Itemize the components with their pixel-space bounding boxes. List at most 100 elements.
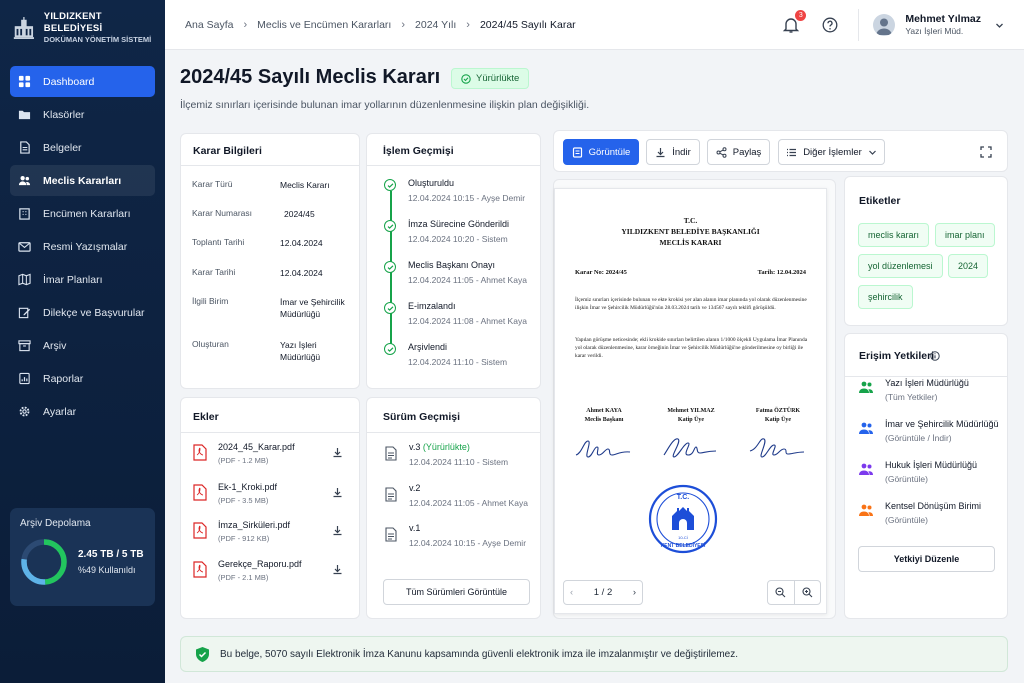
more-actions-button[interactable]: Diğer İşlemler: [778, 139, 885, 165]
attachments-card: Ekler 2024_45_Karar.pdf (PDF - 1.2 MB) E…: [180, 397, 360, 619]
tag[interactable]: yol düzenlemesi: [858, 254, 943, 278]
sidebar-item-label: Resmi Yazışmalar: [43, 240, 128, 253]
fullscreen-icon[interactable]: [980, 146, 992, 158]
chevron-down-icon[interactable]: [995, 21, 1004, 30]
download-icon: [656, 147, 665, 157]
user-menu[interactable]: Mehmet Yılmaz Yazı İşleri Müd.: [905, 13, 981, 38]
e-signature-notice: Bu belge, 5070 sayılı Elektronik İmza Ka…: [180, 636, 1008, 672]
tag[interactable]: imar planı: [935, 223, 995, 247]
document-icon: [385, 487, 397, 502]
info-key: Karar Tarihi: [192, 267, 236, 277]
permission-level: (Görüntüle / İndir): [885, 433, 952, 443]
info-value: 12.04.2024: [280, 238, 323, 248]
info-icon[interactable]: [930, 351, 940, 361]
chevron-right-icon[interactable]: ›: [633, 587, 636, 598]
e-signature-notice-text: Bu belge, 5070 sayılı Elektronik İmza Ka…: [220, 648, 739, 660]
timeline-meta: 12.04.2024 11:08 - Ahmet Kaya: [408, 316, 527, 326]
signer-role: Katip Üye: [677, 417, 705, 423]
avatar[interactable]: [873, 14, 896, 36]
download-button[interactable]: İndir: [646, 139, 700, 165]
info-value: Meclis Kararı: [280, 180, 330, 190]
zoom-in-button[interactable]: [795, 581, 821, 604]
download-icon[interactable]: [332, 564, 343, 575]
timeline-event: Oluşturuldu: [408, 178, 455, 188]
sidebar-item-documents[interactable]: Belgeler: [10, 132, 155, 163]
sidebar-item-petitions[interactable]: Dilekçe ve Başvurular: [10, 297, 155, 328]
doc-paragraph-2: Yapılan görüşme neticesinde; ekli krokid…: [575, 337, 808, 359]
page-description: İlçemiz sınırları içerisinde bulunan ima…: [180, 99, 590, 111]
attachment-meta: (PDF - 1.2 MB): [218, 456, 269, 465]
sidebar-item-label: Klasörler: [43, 108, 85, 121]
sidebar-item-reports[interactable]: Raporlar: [10, 363, 155, 394]
zoom-in-icon: [802, 587, 813, 598]
sidebar-item-label: Belgeler: [43, 141, 82, 154]
document-icon: [20, 141, 30, 154]
document-page: T.C. YILDIZKENT BELEDİYE BAŞKANLIĞI MECL…: [554, 188, 827, 614]
notification-count-badge: 3: [795, 10, 807, 21]
download-icon[interactable]: [332, 447, 343, 458]
app: YILDIZKENT BELEDİYESİ DOKÜMAN YÖNETİM Sİ…: [0, 0, 1024, 683]
edit-icon: [18, 307, 31, 319]
breadcrumb-decisions[interactable]: Meclis ve Encümen Kararları: [257, 19, 391, 31]
dashboard-icon: [18, 75, 31, 88]
help-icon[interactable]: [822, 17, 838, 33]
divider: [367, 165, 540, 166]
user-role: Yazı İşleri Müd.: [905, 26, 964, 37]
edit-permissions-button[interactable]: Yetkiyi Düzenle: [858, 546, 995, 572]
check-circle-icon: [384, 220, 396, 232]
version-meta: 12.04.2024 10:15 - Ayşe Demir: [409, 538, 527, 548]
signature-3: [749, 438, 805, 458]
version-item[interactable]: v.1 12.04.2024 10:15 - Ayşe Demir: [385, 523, 535, 553]
users-icon: [859, 422, 873, 434]
version-history-card: Sürüm Geçmişi v.3 (Yürürlükte) 12.04.202…: [366, 397, 541, 619]
notifications-button[interactable]: 3: [782, 10, 807, 34]
check-circle-icon: [384, 302, 396, 314]
view-button-label: Görüntüle: [588, 146, 631, 158]
timeline-event: Arşivlendi: [408, 342, 448, 352]
sidebar-item-label: Meclis Kararları: [43, 174, 122, 187]
doc-number: Karar No: 2024/45: [575, 269, 627, 276]
divider: [367, 432, 540, 433]
sidebar-item-settings[interactable]: Ayarlar: [10, 396, 155, 427]
sidebar-item-dashboard[interactable]: Dashboard: [10, 66, 155, 97]
divider: [181, 165, 359, 166]
sidebar-item-folders[interactable]: Klasörler: [10, 99, 155, 130]
tag[interactable]: şehircilik: [858, 285, 913, 309]
tag[interactable]: meclis kararı: [858, 223, 930, 247]
tag[interactable]: 2024: [948, 254, 989, 278]
breadcrumb-year[interactable]: 2024 Yılı: [415, 19, 456, 31]
breadcrumb: Ana Sayfa › Meclis ve Encümen Kararları …: [185, 19, 576, 31]
breadcrumb-home[interactable]: Ana Sayfa: [185, 19, 233, 31]
chevron-left-icon[interactable]: ‹: [570, 587, 573, 598]
more-actions-label: Diğer İşlemler: [803, 146, 862, 158]
version-item[interactable]: v.3 (Yürürlükte) 12.04.2024 11:10 - Sist…: [385, 442, 535, 472]
zoom-out-button[interactable]: [768, 581, 795, 604]
process-history-card: İşlem Geçmişi Oluşturuldu 12.04.2024 10:1…: [366, 133, 541, 389]
version-item[interactable]: v.2 12.04.2024 11:05 - Ahmet Kaya: [385, 483, 535, 513]
municipality-seal: T.C. 10-Cİ KENT BELEDİYESİ: [648, 484, 718, 554]
pdf-file-icon: [193, 522, 207, 539]
attachment-name: Ek-1_Kroki.pdf: [218, 482, 278, 492]
divider: [845, 376, 1007, 377]
sidebar-item-council-decisions[interactable]: Meclis Kararları: [10, 165, 155, 196]
sidebar-item-official-correspondence[interactable]: Resmi Yazışmalar: [10, 231, 155, 262]
doc-header-tc: T.C.: [683, 216, 698, 225]
storage-title: Arşiv Depolama: [20, 518, 91, 529]
users-icon: [859, 504, 873, 516]
view-button[interactable]: Görüntüle: [563, 139, 639, 165]
sidebar-item-zoning-plans[interactable]: İmar Planları: [10, 264, 155, 295]
sidebar-item-archive[interactable]: Arşiv: [10, 330, 155, 361]
list-icon: [787, 148, 797, 156]
download-icon[interactable]: [332, 487, 343, 498]
signer-role: Meclis Başkanı: [584, 417, 624, 423]
sidebar-item-committee-decisions[interactable]: Encümen Kararları: [10, 198, 155, 229]
share-icon: [716, 146, 727, 158]
attachment-meta: (PDF - 3.5 MB): [218, 496, 269, 505]
mail-icon: [18, 242, 31, 252]
info-key: Karar Numarası: [192, 208, 252, 218]
chevron-right-icon: ›: [401, 18, 406, 31]
view-all-versions-button[interactable]: Tüm Sürümleri Görüntüle: [383, 579, 530, 605]
sidebar-item-label: Raporlar: [43, 372, 84, 385]
download-icon[interactable]: [332, 525, 343, 536]
share-button[interactable]: Paylaş: [707, 139, 770, 165]
